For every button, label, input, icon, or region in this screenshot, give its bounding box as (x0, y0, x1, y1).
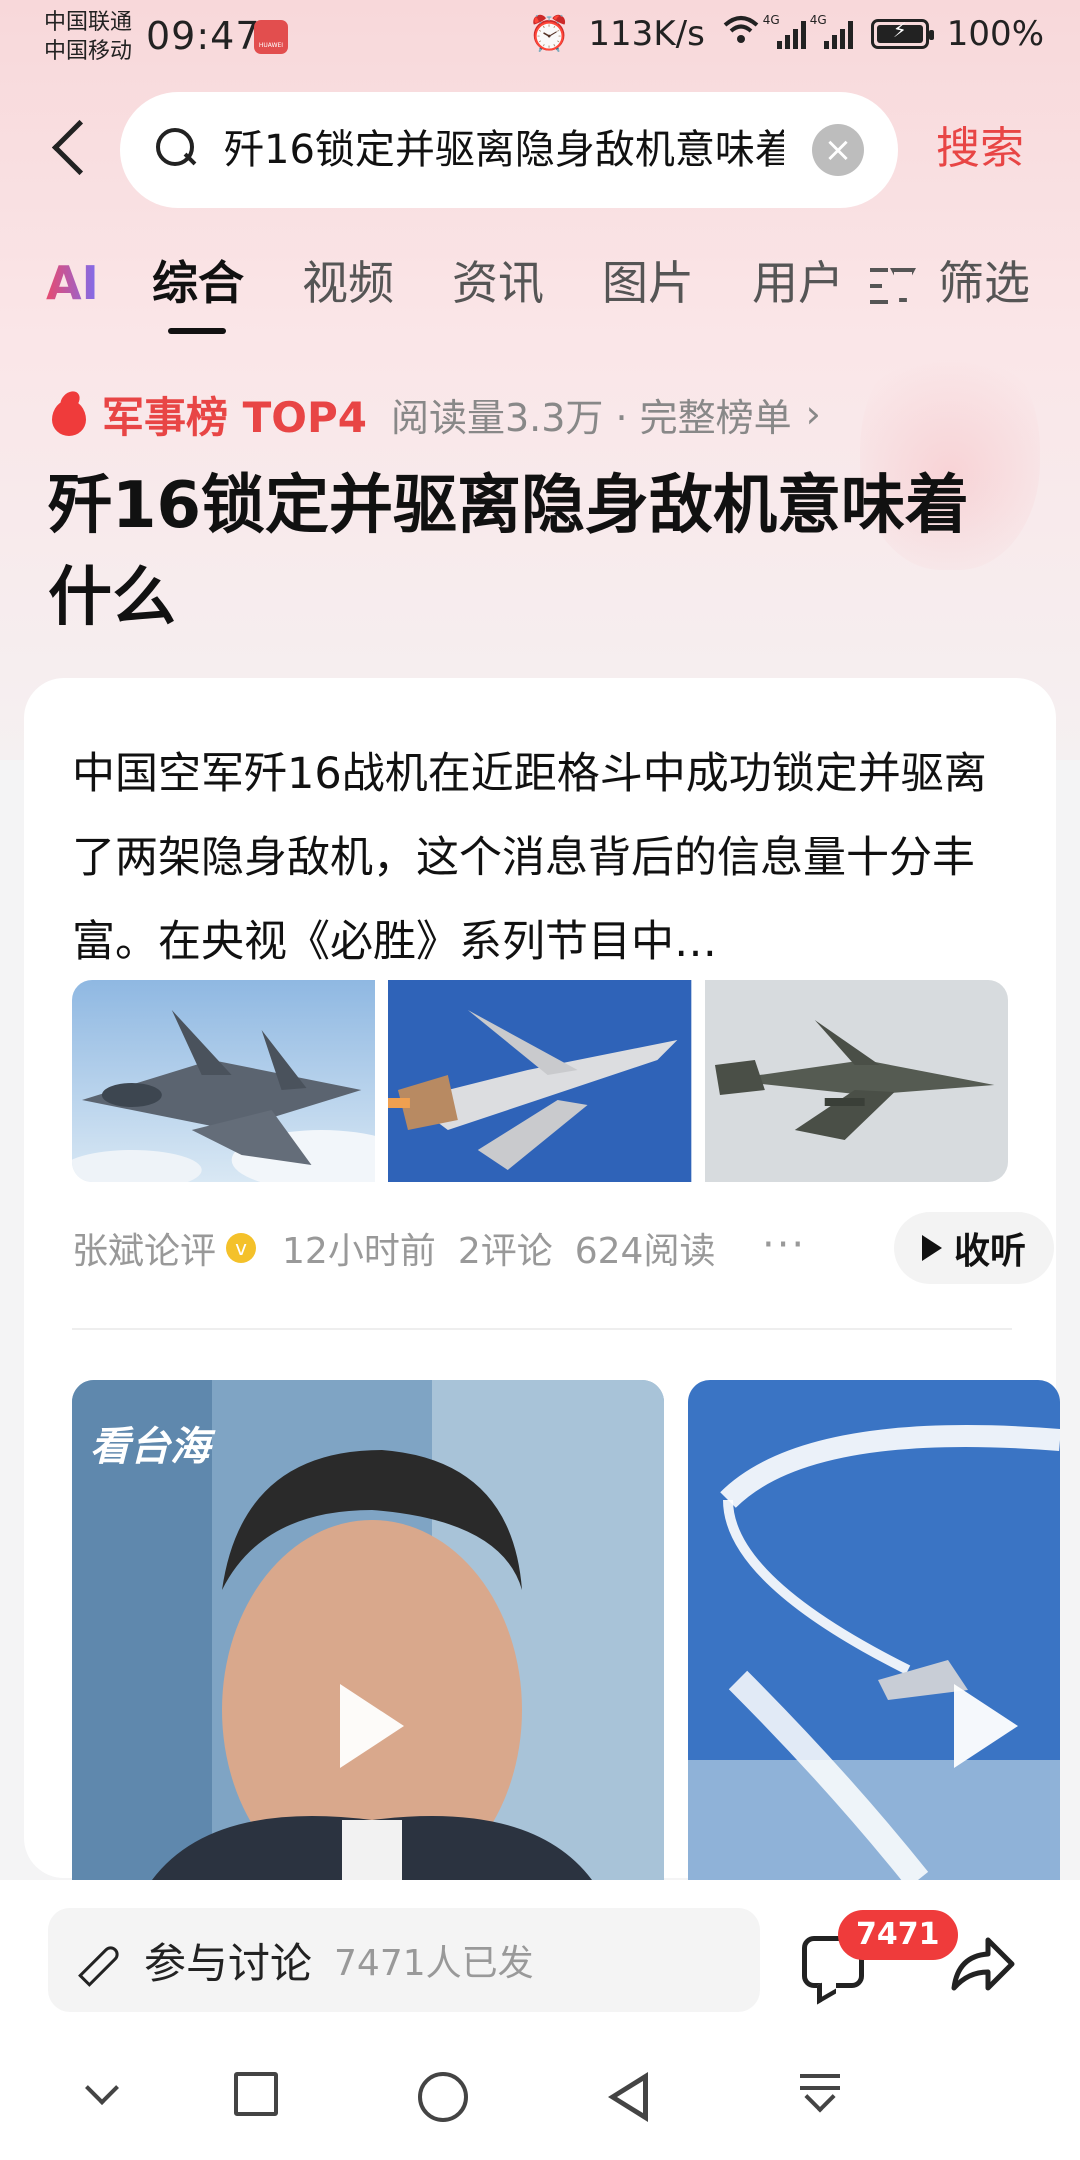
battery-icon: ⚡ (870, 18, 934, 49)
page-title: 歼16锁定并驱离隐身敌机意味着什么 (48, 469, 970, 635)
verified-icon: v (226, 1233, 257, 1263)
result-card[interactable]: 中国空军歼16战机在近距格斗中成功锁定并驱离了两架隐身敌机，这个消息背后的信息量… (24, 678, 1060, 1880)
system-back-button[interactable] (608, 2072, 652, 2122)
huawei-app-icon: HUAWEI (254, 20, 288, 54)
search-query[interactable]: 歼16锁定并驱离隐身敌机意味着什么 (224, 122, 784, 178)
listen-label: 收听 (953, 1231, 1026, 1272)
notification-pull-icon[interactable] (798, 2072, 844, 2118)
recent-apps-button[interactable] (234, 2072, 278, 2116)
play-icon (954, 1684, 1018, 1768)
filter-button[interactable]: 筛选 (938, 248, 1030, 318)
discussion-count: 7471人已发 (334, 1943, 534, 1984)
pen-icon (78, 1940, 118, 1980)
video-thumbnail-1[interactable]: 看台海 (72, 1380, 664, 1880)
play-icon (340, 1684, 404, 1768)
read-count: 624阅读 (574, 1231, 716, 1272)
hot-rank-row[interactable]: 军事榜 TOP4 阅读量3.3万 · 完整榜单 › (48, 384, 821, 444)
chevron-down-icon[interactable] (82, 2072, 122, 2112)
system-nav-bar (0, 2030, 1080, 2160)
tab-video[interactable]: 视频 (302, 248, 394, 318)
video-row: 看台海 (72, 1380, 1072, 1880)
article-summary[interactable]: 中国空军歼16战机在近距格斗中成功锁定并驱离了两架隐身敌机，这个消息背后的信息量… (72, 732, 1012, 984)
divider (72, 1328, 1012, 1330)
listen-button[interactable]: 收听 (894, 1212, 1054, 1284)
carrier-info: 中国联通 中国移动 (44, 8, 132, 66)
home-button[interactable] (418, 2072, 468, 2122)
author-name[interactable]: 张斌论评 (72, 1222, 216, 1274)
network-tag-1: 4G (762, 13, 780, 27)
comment-badge: 7471 (838, 1910, 958, 1960)
network-tag-2: 4G (809, 13, 827, 27)
rank-meta: 阅读量3.3万 · 完整榜单 (390, 395, 792, 440)
status-bar: 中国联通 中国移动 09:47 HUAWEI ⏰ 113K/s 4G 4G ⚡ … (0, 0, 1080, 76)
bottom-action-bar: 参与讨论 7471人已发 7471 (0, 1880, 1080, 2030)
search-icon (156, 128, 198, 170)
article-image-1[interactable] (72, 980, 376, 1182)
article-image-3[interactable] (704, 980, 1008, 1182)
search-input[interactable]: 歼16锁定并驱离隐身敌机意味着什么 × (120, 92, 898, 208)
active-tab-indicator (168, 328, 226, 334)
fire-icon (48, 390, 88, 438)
wifi-icon (723, 14, 759, 54)
publish-time: 12小时前 (282, 1231, 436, 1272)
article-images (72, 980, 1008, 1182)
battery-percent: 100% (946, 14, 1044, 54)
clear-icon[interactable]: × (812, 124, 864, 176)
play-icon (921, 1235, 942, 1261)
share-icon[interactable] (948, 1932, 1018, 1996)
signal-icon-2: 4G (810, 13, 853, 49)
filter-icon[interactable] (870, 266, 920, 308)
alarm-icon: ⏰ (528, 14, 571, 54)
tab-news[interactable]: 资讯 (452, 248, 544, 318)
watermark: 看台海 (90, 1424, 210, 1470)
status-icons: ⏰ 113K/s 4G 4G ⚡ 100% (528, 13, 1044, 54)
carrier-1: 中国联通 (44, 10, 133, 35)
net-speed: 113K/s (588, 14, 705, 54)
video-thumbnail-2[interactable] (688, 1380, 1060, 1880)
tab-general[interactable]: 综合 (152, 248, 244, 318)
comment-count: 2评论 (457, 1231, 553, 1272)
carrier-2: 中国移动 (44, 39, 133, 64)
signal-icon-1: 4G (763, 13, 806, 49)
charging-icon: ⚡ (892, 18, 907, 42)
article-image-2[interactable] (388, 980, 692, 1182)
article-meta: 张斌论评 v 12小时前 2评论 624阅读 ··· 收听 (72, 1212, 1054, 1284)
discussion-input[interactable]: 参与讨论 7471人已发 (48, 1908, 760, 2012)
rank-title: 军事榜 TOP4 (102, 392, 367, 442)
discussion-label: 参与讨论 (144, 1938, 313, 1988)
chevron-right-icon: › (805, 392, 821, 436)
search-button[interactable]: 搜索 (936, 116, 1024, 182)
clock: 09:47 (146, 14, 261, 58)
tab-users[interactable]: 用户 (752, 248, 844, 318)
back-button[interactable] (44, 112, 104, 184)
tab-images[interactable]: 图片 (602, 248, 694, 318)
more-icon[interactable]: ··· (762, 1222, 806, 1268)
